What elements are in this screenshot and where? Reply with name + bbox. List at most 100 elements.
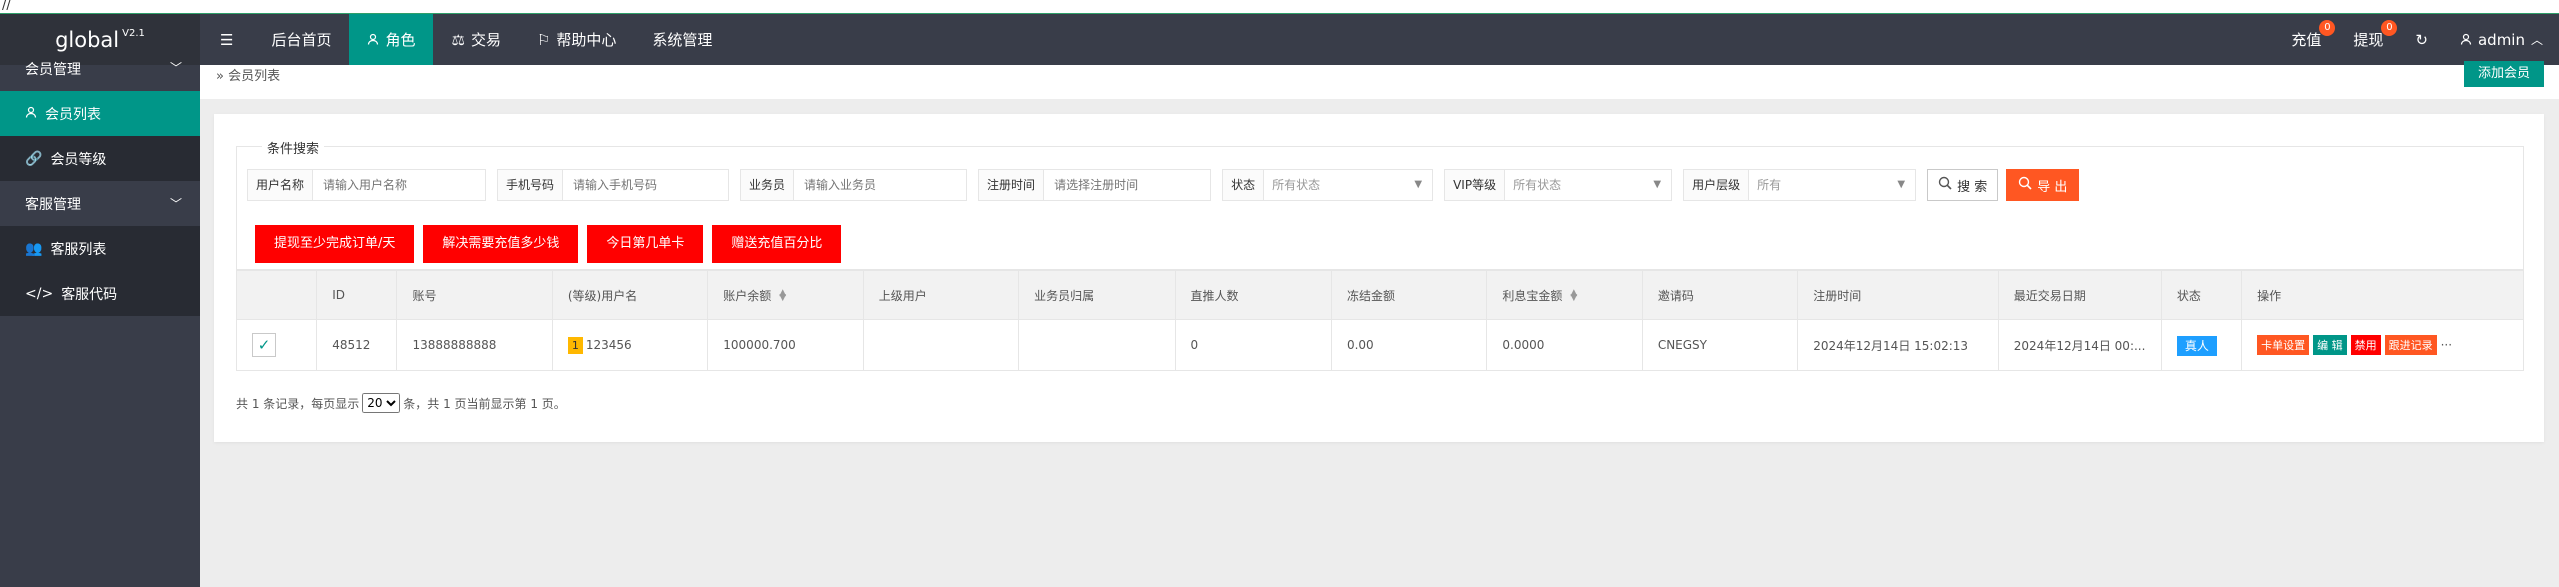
pagination: 共 1 条记录，每页显示 20 条，共 1 页当前显示第 1 页。: [236, 393, 566, 413]
chevron-down-icon: ﹀: [169, 197, 182, 211]
export-button-label: 导 出: [2037, 179, 2068, 195]
sidebar: 会员管理 ﹀ 会员列表 🔗 会员等级 客服管理 ﹀ 👥 客服列表 </> 客服代码: [0, 61, 200, 587]
chevron-up-icon: ︿: [2530, 33, 2543, 47]
header-interest[interactable]: 利息宝金额 ▲ ▼: [1486, 270, 1643, 320]
withdraw-button[interactable]: 提现 0: [2337, 14, 2399, 65]
nav-trade[interactable]: ⚖ 交易: [433, 14, 518, 65]
withdraw-min-orders-button[interactable]: 提现至少完成订单/天: [255, 225, 415, 263]
edit-button[interactable]: 编 辑: [2313, 335, 2347, 355]
username-input[interactable]: [313, 170, 486, 200]
page-size-select[interactable]: 20: [362, 393, 401, 413]
agent-input[interactable]: [794, 170, 967, 200]
level-badge: 1: [567, 337, 583, 354]
status-select-value: 所有状态: [1272, 178, 1321, 192]
tier-select-value: 所有: [1757, 178, 1782, 192]
cell-account: 13888888888: [396, 319, 553, 371]
agent-label: 业务员: [741, 170, 795, 200]
status-badge: 真人: [2176, 335, 2217, 356]
follow-record-button[interactable]: 跟进记录: [2384, 335, 2437, 355]
recharge-amount-button[interactable]: 解决需要充值多少钱: [423, 225, 579, 263]
sidebar-item-cs-code[interactable]: </> 客服代码: [0, 271, 200, 316]
nav-system-label: 系统管理: [652, 31, 713, 49]
top-navbar: global V2.1 ☰ 后台首页 角色 ⚖ 交易 ⚐ 帮助中心 系统管理 充值 0 …: [0, 14, 2559, 65]
cell-username: 1 123456: [551, 319, 709, 371]
nav-help[interactable]: ⚐ 帮助中心: [519, 14, 634, 65]
header-balance-label: 账户余额: [723, 288, 772, 303]
sidebar-item-member-list[interactable]: 会员列表: [0, 91, 200, 136]
nav-role[interactable]: 角色: [349, 14, 434, 65]
recharge-button[interactable]: 充值 0: [2275, 14, 2337, 65]
cell-id: 48512: [316, 319, 398, 371]
user-icon: [2460, 31, 2472, 49]
cell-ops: 卡单设置编 辑禁用 跟进记录 ···: [2241, 319, 2524, 371]
sidebar-item-cs-list[interactable]: 👥 客服列表: [0, 226, 200, 271]
sort-icon[interactable]: ▲ ▼: [1570, 289, 1577, 303]
check-icon: ✓: [257, 336, 271, 354]
disable-button[interactable]: 禁用: [2350, 335, 2381, 355]
agent-field: 业务员: [740, 169, 968, 201]
sidebar-group-member[interactable]: 会员管理 ﹀: [0, 59, 200, 78]
today-order-card-button[interactable]: 今日第几单卡: [587, 225, 704, 263]
user-menu[interactable]: admin ︿: [2444, 14, 2559, 65]
header-lasttrade: 最近交易日期: [1997, 270, 2162, 320]
sidebar-item-label: 客服列表: [50, 241, 107, 258]
tier-label: 用户层级: [1684, 170, 1750, 200]
caret-down-icon: ▼: [1414, 179, 1423, 190]
header-direct: 直推人数: [1174, 270, 1332, 320]
nav-home[interactable]: 后台首页: [253, 14, 349, 65]
search-form-row: 用户名称 手机号码 业务员 注册时间 状态 所有状态 ▼ VIP等级 所有状态: [247, 169, 2080, 201]
breadcrumb-bar: » 会员列表 添加会员: [200, 61, 2559, 99]
nav-home-label: 后台首页: [271, 31, 332, 49]
search-button-label: 搜 索: [1957, 179, 1988, 195]
sidebar-group-cs[interactable]: 客服管理 ﹀: [0, 181, 200, 226]
tier-select[interactable]: 所有 ▼: [1749, 170, 1915, 200]
sidebar-item-label: 客服代码: [61, 286, 118, 303]
link-icon: 🔗: [25, 150, 43, 167]
user-name: admin: [2477, 30, 2525, 49]
nav-system[interactable]: 系统管理: [634, 14, 730, 65]
regtime-field: 注册时间: [978, 169, 1212, 201]
header-frozen: 冻结金额: [1330, 270, 1488, 320]
vip-select[interactable]: 所有状态 ▼: [1505, 170, 1671, 200]
header-account: 账号: [396, 270, 553, 320]
refresh-icon: ↻: [2415, 30, 2428, 49]
phone-input[interactable]: [563, 170, 729, 200]
nav-help-label: 帮助中心: [556, 31, 617, 49]
breadcrumb-chevron-icon: »: [216, 69, 224, 84]
search-legend: 条件搜索: [262, 138, 325, 157]
sort-icon[interactable]: ▲ ▼: [779, 289, 786, 303]
username-label: 用户名称: [248, 170, 314, 200]
row-checkbox[interactable]: ✓: [252, 333, 276, 357]
more-icon[interactable]: ···: [2441, 338, 2452, 352]
status-select[interactable]: 所有状态 ▼: [1264, 170, 1432, 200]
nav-role-label: 角色: [385, 31, 416, 49]
recharge-badge: 0: [2319, 20, 2336, 36]
recharge-bonus-percent-button[interactable]: 赠送充值百分比: [712, 225, 842, 263]
header-parent: 上级用户: [862, 270, 1020, 320]
export-icon: [2018, 176, 2032, 194]
flag-icon: ⚐: [536, 30, 551, 49]
header-username: (等级)用户名: [551, 270, 709, 320]
regtime-input[interactable]: [1044, 170, 1211, 200]
sidebar-item-member-level[interactable]: 🔗 会员等级: [0, 136, 200, 181]
quick-actions-row: 提现至少完成订单/天 解决需要充值多少钱 今日第几单卡 赠送充值百分比: [255, 225, 842, 263]
caret-down-icon: ▼: [1897, 179, 1906, 190]
export-button[interactable]: 导 出: [2006, 169, 2080, 201]
header-invite: 邀请码: [1641, 270, 1799, 320]
search-button[interactable]: 搜 索: [1927, 169, 1999, 201]
menu-toggle-button[interactable]: ☰: [200, 14, 253, 65]
scale-icon: ⚖: [451, 30, 465, 49]
top-sliver: //: [0, 0, 2559, 14]
refresh-button[interactable]: ↻: [2399, 14, 2444, 65]
header-id: ID: [316, 270, 398, 320]
header-select: [235, 270, 318, 320]
add-member-button[interactable]: 添加会员: [2463, 61, 2544, 87]
recharge-label: 充值: [2291, 31, 2322, 49]
search-fieldset: 条件搜索 用户名称 手机号码 业务员 注册时间 状态 所有状态 ▼: [236, 138, 2524, 270]
header-balance[interactable]: 账户余额 ▲ ▼: [707, 270, 864, 320]
status-label: 状态: [1223, 170, 1265, 200]
breadcrumb-current[interactable]: 会员列表: [228, 69, 280, 84]
code-icon: </>: [25, 285, 54, 302]
order-setting-button[interactable]: 卡单设置: [2257, 335, 2310, 355]
